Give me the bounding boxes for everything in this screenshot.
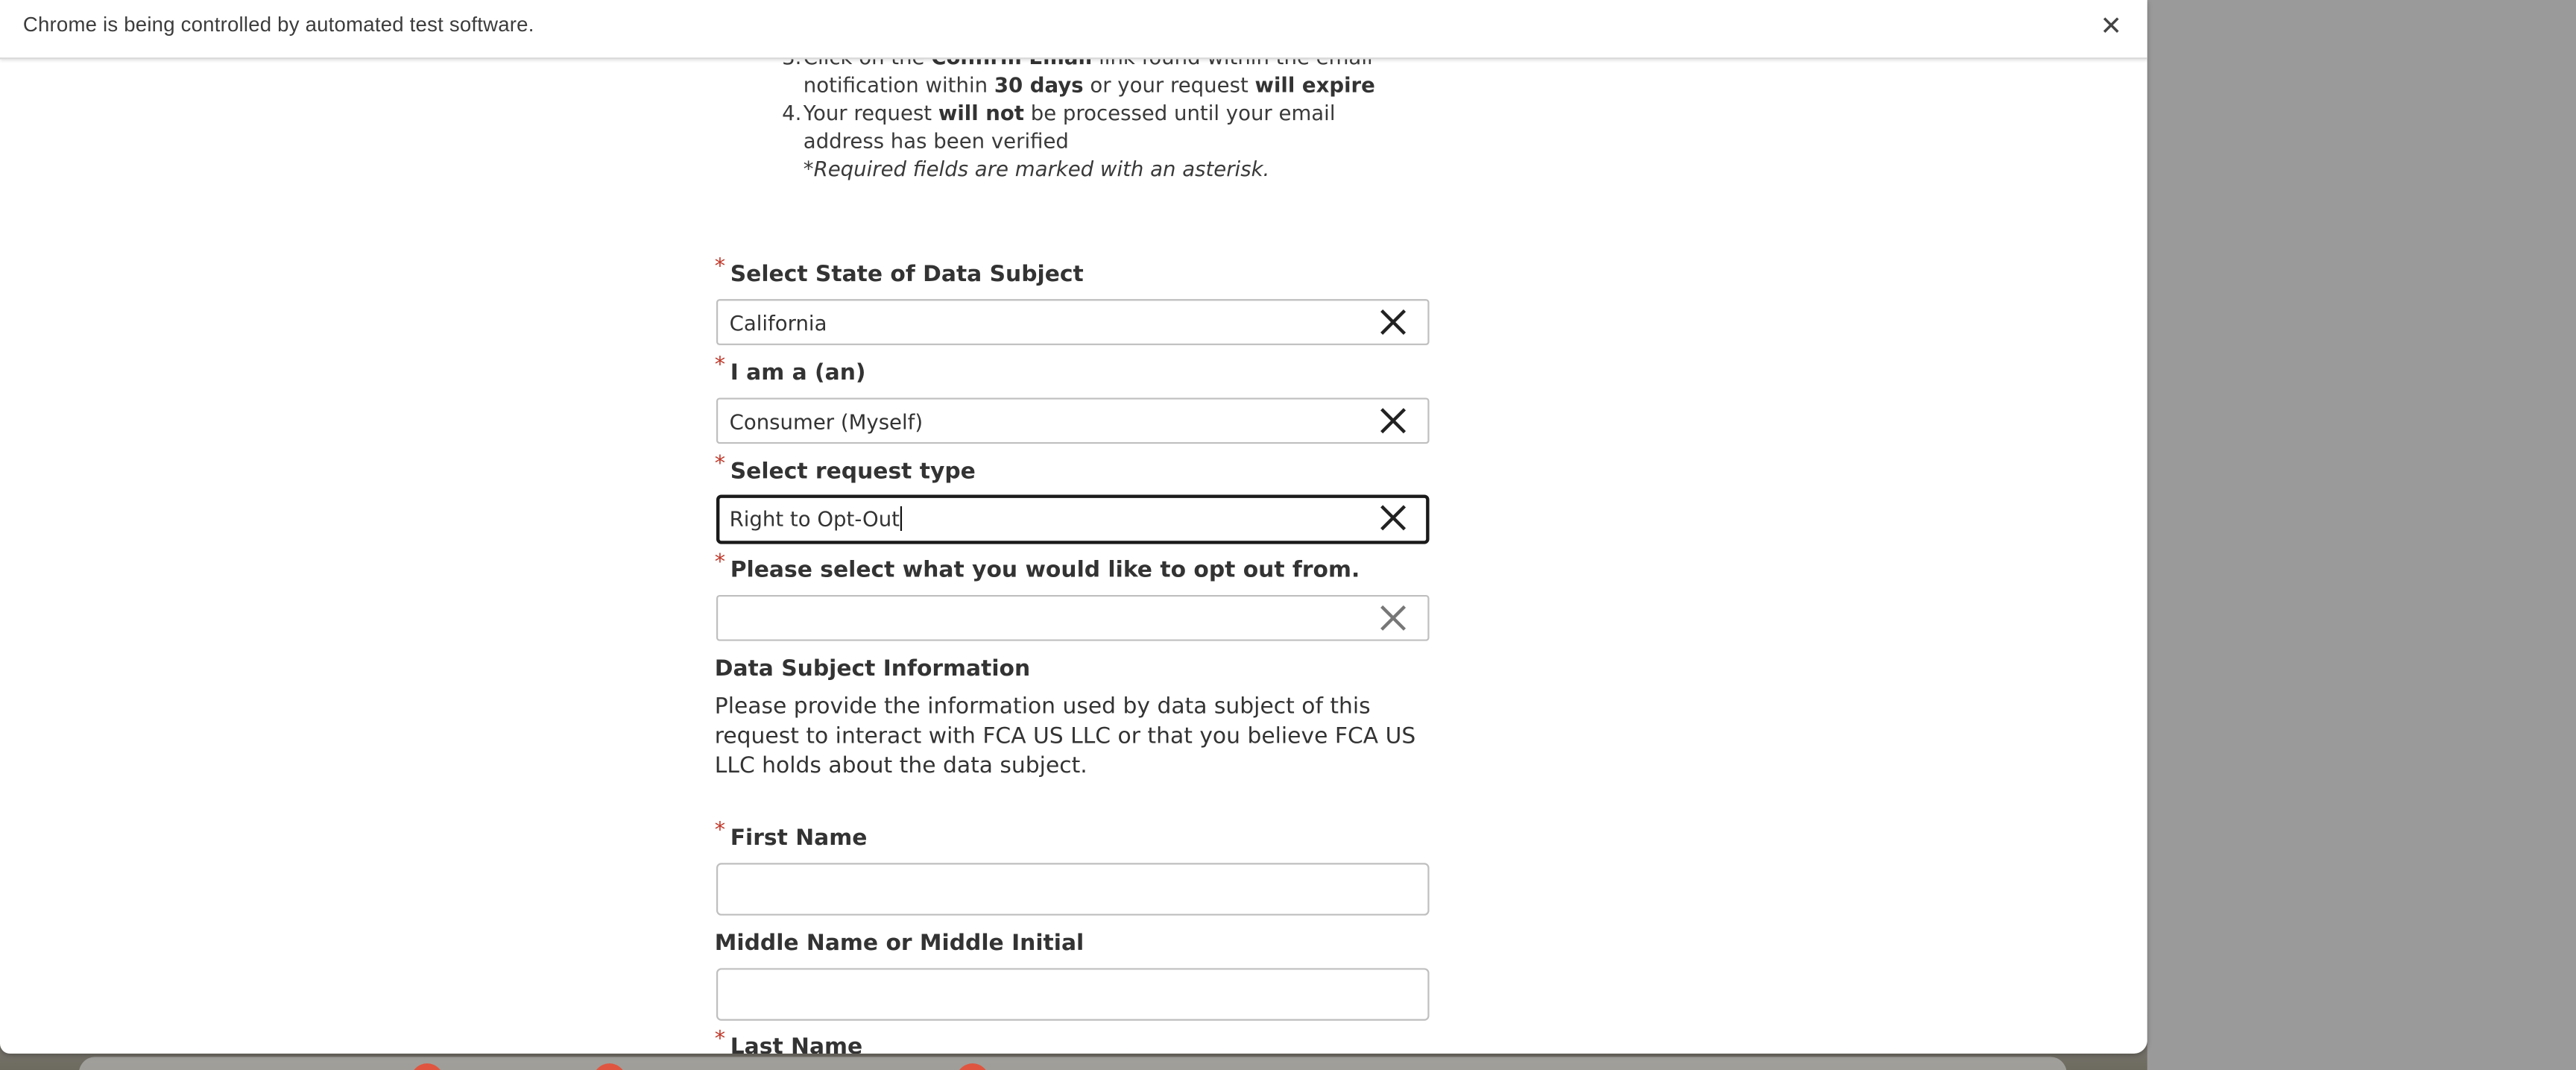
required-asterisk: * [714,550,726,576]
step-text: or your request [1083,72,1255,98]
required-asterisk: * [714,452,726,477]
state-label-text: Select State of Data Subject [730,261,1084,288]
close-icon[interactable] [1378,503,1408,533]
browser-window: 3.Click on the Confirm Email link found … [0,0,2147,1054]
close-icon[interactable]: ✕ [2098,10,2124,41]
desktop-background-right [2147,0,2576,1070]
required-asterisk: * [714,353,726,378]
infobar-message: Chrome is being controlled by automated … [22,13,534,37]
i-am-label: * I am a (an) [715,353,866,387]
i-am-label-text: I am a (an) [730,359,866,387]
required-asterisk: * [714,1027,726,1052]
first-name-label-text: First Name [730,825,868,852]
middle-name-input[interactable] [716,968,1430,1021]
request-type-select[interactable]: Right to Opt-Out [716,494,1430,544]
step-text-bold: will expire [1254,72,1375,98]
data-subject-description: Please provide the information used by d… [714,693,1416,779]
request-type-select-value: Right to Opt-Out [730,506,902,531]
instructions-list: 3.Click on the Confirm Email link found … [782,43,1407,182]
step-text-bold: 30 days [994,72,1084,98]
text-caret [899,506,902,531]
i-am-select-value: Consumer (Myself) [729,409,924,434]
state-select-value: California [729,310,827,336]
request-type-label: * Select request type [715,452,976,485]
required-asterisk: * [714,254,726,280]
request-type-label-text: Select request type [730,458,976,485]
state-select[interactable]: California [716,299,1430,345]
step-text-bold: will not [938,100,1024,125]
middle-name-label: Middle Name or Middle Initial [714,930,1085,957]
instruction-step-4: 4. Your request will not be processed unt… [782,98,1407,154]
required-fields-note: *Required fields are marked with an aste… [803,156,1270,181]
i-am-select[interactable]: Consumer (Myself) [716,397,1430,444]
opt-out-from-label-text: Please select what you would like to opt… [730,557,1360,584]
dock [78,1057,2067,1070]
last-name-label-text: Last Name [730,1033,863,1054]
opt-out-from-select[interactable] [716,594,1430,641]
close-icon[interactable] [1378,406,1408,435]
screen: 3.Click on the Confirm Email link found … [0,0,2576,1070]
page-content: 3.Click on the Confirm Email link found … [0,0,2147,1054]
required-asterisk: * [714,818,726,843]
last-name-label: * Last Name [715,1027,863,1054]
opt-out-from-label: * Please select what you would like to op… [715,550,1360,584]
first-name-label: * First Name [715,819,868,852]
state-label: * Select State of Data Subject [715,255,1084,288]
data-subject-title: Data Subject Information [714,655,1031,682]
first-name-input[interactable] [716,863,1430,916]
request-type-value-text: Right to Opt-Out [729,506,900,531]
close-icon[interactable] [1378,307,1408,337]
automation-infobar: Chrome is being controlled by automated … [0,0,2147,60]
step-text: Your request [803,100,938,125]
step-number: 4. [782,100,802,125]
close-icon[interactable] [1378,603,1408,633]
